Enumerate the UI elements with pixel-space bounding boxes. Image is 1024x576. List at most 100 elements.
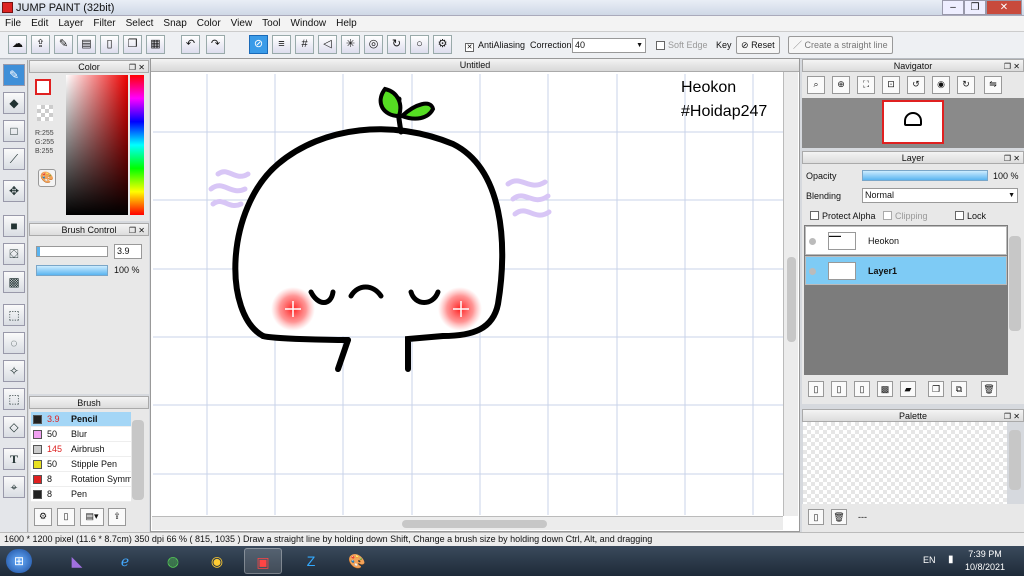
move-tool-icon[interactable]: ✥ bbox=[3, 180, 25, 202]
snap-grid-icon[interactable]: # bbox=[295, 35, 314, 54]
layer-row-layer1[interactable]: Layer1 bbox=[805, 256, 1007, 285]
brush-item[interactable]: 8 Rotation Symm bbox=[31, 472, 131, 487]
new-palette-icon[interactable]: ▯ bbox=[808, 509, 824, 525]
select-rect-tool-icon[interactable]: ⬚ bbox=[3, 304, 25, 326]
minimize-button[interactable]: – bbox=[942, 0, 964, 15]
create-straight-line-button[interactable]: ／ Create a straight line bbox=[788, 36, 893, 54]
antialiasing-checkbox[interactable]: ✕ bbox=[465, 43, 474, 52]
document-icon[interactable]: ▯ bbox=[100, 35, 119, 54]
new-brush-icon[interactable]: ▯ bbox=[57, 508, 75, 526]
menu-view[interactable]: View bbox=[226, 16, 258, 32]
drawing-canvas[interactable]: Heokon #Hoidap247 bbox=[153, 74, 783, 515]
clock[interactable]: 7:39 PM 10/8/2021 bbox=[960, 549, 1010, 572]
horizontal-scroll-thumb[interactable] bbox=[402, 520, 547, 528]
menu-color[interactable]: Color bbox=[192, 16, 226, 32]
flip-icon[interactable]: ⇋ bbox=[984, 76, 1002, 94]
snap-off-icon[interactable]: ⊘ bbox=[249, 35, 268, 54]
rect-select-tool-icon[interactable]: □ bbox=[3, 120, 25, 142]
merge-layer-icon[interactable]: ⧉ bbox=[951, 381, 967, 397]
transparent-swatch[interactable] bbox=[37, 105, 53, 121]
brush-item[interactable]: 145 Airbrush bbox=[31, 442, 131, 457]
visibility-icon[interactable] bbox=[809, 268, 816, 275]
visibility-icon[interactable] bbox=[809, 238, 816, 245]
brush-item[interactable]: 3.9 Pencil bbox=[31, 412, 131, 427]
snap-parallel-icon[interactable]: ≡ bbox=[272, 35, 291, 54]
new-layer-icon[interactable]: ▯ bbox=[808, 381, 824, 397]
export-icon[interactable]: ⇪ bbox=[31, 35, 50, 54]
menu-file[interactable]: File bbox=[0, 16, 26, 32]
message-icon[interactable]: ▤ bbox=[77, 35, 96, 54]
menu-layer[interactable]: Layer bbox=[53, 16, 88, 32]
snap-vanish-icon[interactable]: ◁ bbox=[318, 35, 337, 54]
menu-snap[interactable]: Snap bbox=[158, 16, 191, 32]
brush-size-slider[interactable] bbox=[36, 246, 108, 257]
brush-item[interactable]: 50 Blur bbox=[31, 427, 131, 442]
grid-layout-icon[interactable]: ▦ bbox=[146, 35, 165, 54]
lasso-tool-icon[interactable]: ◌ bbox=[3, 332, 25, 354]
operation-tool-icon[interactable]: ⌖ bbox=[3, 476, 25, 498]
brush-item[interactable]: 8 Pen bbox=[31, 487, 131, 502]
brush-size-value[interactable]: 3.9 bbox=[114, 244, 142, 259]
canvas-horizontal-scrollbar[interactable] bbox=[152, 516, 783, 530]
soft-edge-checkbox[interactable] bbox=[656, 41, 665, 50]
vertical-scroll-thumb[interactable] bbox=[787, 257, 796, 342]
cloud-icon[interactable]: ☁ bbox=[8, 35, 27, 54]
foreground-color-swatch[interactable] bbox=[35, 79, 51, 95]
delete-layer-icon[interactable]: 🗑 bbox=[981, 381, 997, 397]
snap-radial-icon[interactable]: ✳ bbox=[341, 35, 360, 54]
canvas-tab[interactable]: Untitled bbox=[151, 59, 799, 72]
duplicate-layer-icon[interactable]: ❐ bbox=[928, 381, 944, 397]
correction-select[interactable]: 40 ▼ bbox=[572, 38, 646, 53]
protect-alpha-checkbox[interactable] bbox=[810, 211, 819, 220]
fill-rect-tool-icon[interactable]: ■ bbox=[3, 215, 25, 237]
new-layer-8bit-icon[interactable]: ▯ bbox=[831, 381, 847, 397]
chrome-icon[interactable]: ◉ bbox=[198, 548, 236, 574]
select-eraser-tool-icon[interactable]: ◇ bbox=[3, 416, 25, 438]
delete-palette-icon[interactable]: 🗑 bbox=[831, 509, 847, 525]
rotate-left-icon[interactable]: ↺ bbox=[907, 76, 925, 94]
layer-list-scrollbar[interactable] bbox=[1009, 236, 1021, 331]
copy-icon[interactable]: ❐ bbox=[123, 35, 142, 54]
restore-button[interactable]: ❐ bbox=[964, 0, 986, 15]
clipping-checkbox[interactable] bbox=[883, 211, 892, 220]
text-tool-icon[interactable]: T bbox=[3, 448, 25, 470]
brush-list-scrollbar[interactable] bbox=[132, 420, 144, 500]
snap-settings-icon[interactable]: ⚙ bbox=[433, 35, 452, 54]
brush-tool-icon[interactable]: ✎ bbox=[3, 64, 25, 86]
brush-opacity-slider[interactable] bbox=[36, 265, 108, 276]
magic-wand-tool-icon[interactable]: ✧ bbox=[3, 360, 25, 382]
menu-edit[interactable]: Edit bbox=[26, 16, 53, 32]
halftone-layer-icon[interactable]: ▩ bbox=[877, 381, 893, 397]
start-button-icon[interactable]: ⊞ bbox=[6, 549, 32, 573]
blending-select[interactable]: Normal ▼ bbox=[862, 188, 1018, 203]
visual-studio-icon[interactable]: ◣ bbox=[58, 548, 96, 574]
palette-scrollbar[interactable] bbox=[1009, 430, 1021, 490]
line-tool-icon[interactable]: ⟋ bbox=[3, 148, 25, 170]
bucket-tool-icon[interactable]: ⛋ bbox=[3, 243, 25, 265]
undo-icon[interactable]: ↶ bbox=[181, 35, 200, 54]
layer-row-heokon[interactable]: ▬▬▬ Heokon bbox=[805, 226, 1007, 255]
jump-paint-task-icon[interactable]: ▣ bbox=[244, 548, 282, 574]
hue-slider[interactable] bbox=[130, 75, 144, 215]
eraser-tool-icon[interactable]: ◆ bbox=[3, 92, 25, 114]
brush-settings-icon[interactable]: ⚙ bbox=[34, 508, 52, 526]
close-button[interactable]: ✕ bbox=[986, 0, 1022, 15]
menu-select[interactable]: Select bbox=[121, 16, 159, 32]
zoom-in-icon[interactable]: ⊕ bbox=[832, 76, 850, 94]
internet-explorer-icon[interactable]: ℯ bbox=[106, 548, 144, 574]
saturation-value-field[interactable] bbox=[66, 75, 128, 215]
canvas-vertical-scrollbar[interactable] bbox=[783, 72, 798, 516]
reset-button[interactable]: ⊘ Reset bbox=[736, 36, 780, 54]
rotate-right-icon[interactable]: ↻ bbox=[957, 76, 975, 94]
menu-window[interactable]: Window bbox=[286, 16, 332, 32]
actual-size-icon[interactable]: ⊡ bbox=[882, 76, 900, 94]
menu-help[interactable]: Help bbox=[331, 16, 362, 32]
menu-tool[interactable]: Tool bbox=[257, 16, 285, 32]
zoom-fit-icon[interactable]: ⌕ bbox=[807, 76, 825, 94]
layer-folder-icon[interactable]: ▰ bbox=[900, 381, 916, 397]
redo-icon[interactable]: ↷ bbox=[206, 35, 225, 54]
language-indicator[interactable]: EN bbox=[923, 555, 936, 565]
network-icon[interactable]: ▮ bbox=[948, 554, 954, 565]
palette-picker-icon[interactable]: 🎨 bbox=[38, 169, 56, 187]
gradient-tool-icon[interactable]: ▩ bbox=[3, 271, 25, 293]
